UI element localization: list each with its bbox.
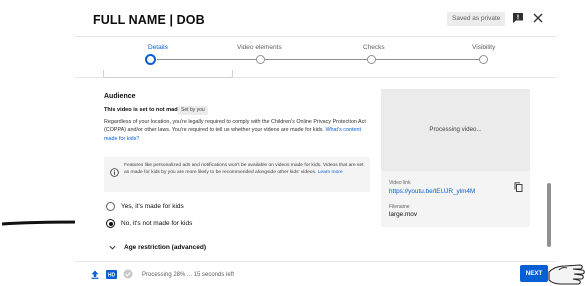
learn-more-link[interactable]: Learn more [318, 170, 343, 175]
step-details-circle[interactable] [145, 54, 156, 65]
info-icon [110, 168, 119, 177]
audience-description: Regardless of your location, you're lega… [104, 118, 374, 143]
age-restriction-label[interactable]: Age restriction (advanced) [124, 244, 206, 251]
close-icon[interactable] [532, 12, 544, 24]
next-button[interactable]: NEXT [520, 265, 548, 282]
upload-dialog: FULL NAME | DOB Saved as private Details… [75, 0, 556, 286]
radio-label[interactable]: Yes, it's made for kids [121, 203, 184, 210]
stepper-line [375, 59, 479, 60]
step-details-label[interactable]: Details [148, 44, 168, 51]
radio-not-made-for-kids[interactable]: No, it's not made for kids [102, 215, 192, 234]
hd-icon: HD [106, 270, 117, 279]
step-video-elements-circle[interactable] [256, 55, 265, 64]
step-video-elements-label[interactable]: Video elements [237, 44, 282, 51]
set-by-you-badge: Set by you [178, 106, 208, 115]
dialog-title: FULL NAME | DOB [93, 13, 205, 27]
header-divider [75, 36, 556, 37]
audience-heading: Audience [104, 93, 136, 100]
stepper-line [157, 59, 258, 60]
checks-status-icon [123, 269, 133, 279]
hand-cursor-icon [548, 264, 585, 285]
step-visibility-circle[interactable] [479, 55, 488, 64]
radio-label[interactable]: No, it's not made for kids [121, 220, 192, 227]
radio-button-selected[interactable] [102, 215, 121, 234]
feedback-icon[interactable] [512, 12, 524, 24]
scrollbar-thumb[interactable] [547, 183, 551, 247]
filename-label: Filename [389, 204, 410, 210]
filename-value: large.mov [389, 211, 418, 218]
chevron-down-icon [109, 245, 116, 250]
video-link-label: Video link [389, 180, 411, 186]
age-restriction-toggle[interactable]: Age restriction (advanced) [109, 244, 206, 251]
radio-focus-halo [102, 215, 121, 234]
stepper-line [265, 59, 368, 60]
processing-video-text: Processing video... [429, 126, 482, 133]
step-visibility-label[interactable]: Visibility [472, 44, 495, 51]
svg-text:HD: HD [108, 273, 116, 279]
step-checks-circle[interactable] [367, 55, 376, 64]
info-box: Features like personalized ads and notif… [104, 157, 370, 192]
processing-progress-text: Processing 28% ... 15 seconds left [142, 272, 235, 278]
video-info-panel: Video link https://youtu.be/tEUJR_ylm4M … [381, 171, 530, 227]
previous-field-edge [103, 70, 233, 78]
radio-made-for-kids[interactable]: Yes, it's made for kids [106, 202, 184, 211]
step-checks-label[interactable]: Checks [363, 44, 385, 51]
video-preview: Processing video... [381, 89, 530, 171]
copy-icon[interactable] [514, 182, 523, 192]
saved-status-badge: Saved as private [447, 12, 506, 26]
video-link[interactable]: https://youtu.be/tEUJR_ylm4M [389, 188, 475, 195]
radio-button[interactable] [106, 202, 115, 211]
upload-icon [91, 270, 99, 279]
footer-divider [75, 261, 556, 262]
info-text: Features like personalized ads and notif… [124, 162, 364, 176]
